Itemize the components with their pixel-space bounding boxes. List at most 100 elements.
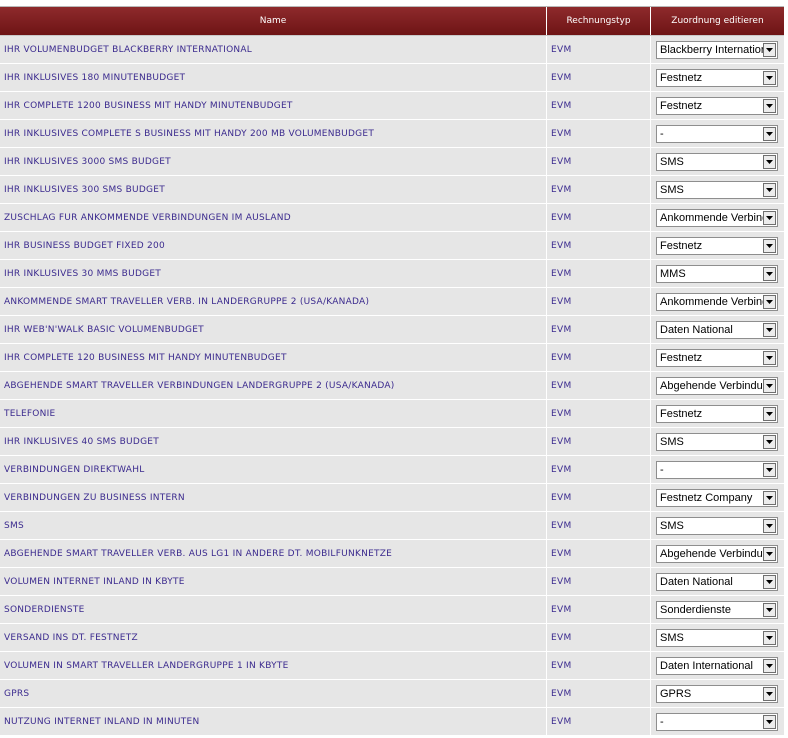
name-cell: SMS: [0, 512, 547, 539]
chevron-down-icon[interactable]: [763, 182, 776, 197]
chevron-down-icon[interactable]: [763, 714, 776, 729]
zuordnung-select[interactable]: Festnetz: [656, 96, 778, 115]
table-row: NUTZUNG INTERNET INLAND IN MINUTEN EVM -: [0, 708, 784, 736]
zuordnung-select[interactable]: SMS: [656, 628, 778, 647]
chevron-down-icon[interactable]: [763, 406, 776, 421]
zuordnung-cell: -: [651, 708, 784, 735]
zuordnung-select[interactable]: Festnetz: [656, 68, 778, 87]
table-row: VERBINDUNGEN DIREKTWAHL EVM -: [0, 456, 784, 484]
row-name-link[interactable]: IHR INKLUSIVES 3000 SMS BUDGET: [4, 157, 171, 167]
chevron-down-icon[interactable]: [763, 350, 776, 365]
chevron-down-icon[interactable]: [763, 518, 776, 533]
zuordnung-select[interactable]: Blackberry International: [656, 40, 778, 59]
chevron-down-icon[interactable]: [763, 546, 776, 561]
zuordnung-select[interactable]: Daten National: [656, 572, 778, 591]
zuordnung-select[interactable]: Ankommende Verbindungen: [656, 208, 778, 227]
rechnungstyp-text: EVM: [551, 604, 572, 615]
zuordnung-cell: -: [651, 120, 784, 147]
row-name-link[interactable]: ANKOMMENDE SMART TRAVELLER VERB. IN LAND…: [4, 297, 369, 307]
row-name-link[interactable]: IHR INKLUSIVES 300 SMS BUDGET: [4, 185, 165, 195]
zuordnung-cell: Festnetz: [651, 400, 784, 427]
zuordnung-select[interactable]: MMS: [656, 264, 778, 283]
zuordnung-selected-value: Festnetz Company: [660, 491, 753, 504]
row-name-link[interactable]: VERSAND INS DT. FESTNETZ: [4, 633, 138, 643]
zuordnung-select[interactable]: SMS: [656, 152, 778, 171]
chevron-down-icon[interactable]: [763, 630, 776, 645]
zuordnung-select[interactable]: Festnetz: [656, 404, 778, 423]
chevron-down-icon[interactable]: [763, 602, 776, 617]
zuordnung-select[interactable]: Festnetz: [656, 348, 778, 367]
zuordnung-select[interactable]: Abgehende Verbindungen: [656, 376, 778, 395]
row-name-link[interactable]: GPRS: [4, 689, 29, 699]
zuordnung-select[interactable]: SMS: [656, 516, 778, 535]
chevron-down-icon[interactable]: [763, 266, 776, 281]
row-name-link[interactable]: ZUSCHLAG FUR ANKOMMENDE VERBINDUNGEN IM …: [4, 213, 291, 223]
chevron-down-icon[interactable]: [763, 98, 776, 113]
rechnungstyp-cell: EVM: [547, 204, 651, 231]
chevron-down-icon[interactable]: [763, 294, 776, 309]
chevron-down-icon[interactable]: [763, 70, 776, 85]
zuordnung-select[interactable]: -: [656, 460, 778, 479]
rechnungstyp-cell: EVM: [547, 512, 651, 539]
row-name-link[interactable]: IHR BUSINESS BUDGET FIXED 200: [4, 241, 165, 251]
row-name-link[interactable]: IHR WEB'N'WALK BASIC VOLUMENBUDGET: [4, 325, 204, 335]
zuordnung-select[interactable]: Sonderdienste: [656, 600, 778, 619]
chevron-down-icon[interactable]: [763, 238, 776, 253]
row-name-link[interactable]: IHR VOLUMENBUDGET BLACKBERRY INTERNATION…: [4, 45, 252, 55]
chevron-down-icon[interactable]: [763, 686, 776, 701]
zuordnung-cell: Festnetz: [651, 344, 784, 371]
row-name-link[interactable]: IHR COMPLETE 1200 BUSINESS MIT HANDY MIN…: [4, 101, 293, 111]
row-name-link[interactable]: VOLUMEN IN SMART TRAVELLER LANDERGRUPPE …: [4, 661, 289, 671]
zuordnung-select[interactable]: -: [656, 124, 778, 143]
zuordnung-selected-value: Daten National: [660, 575, 733, 588]
row-name-link[interactable]: VOLUMEN INTERNET INLAND IN KBYTE: [4, 577, 185, 587]
zuordnung-select[interactable]: GPRS: [656, 684, 778, 703]
table-row: ABGEHENDE SMART TRAVELLER VERBINDUNGEN L…: [0, 372, 784, 400]
zuordnung-selected-value: Festnetz: [660, 99, 703, 112]
chevron-down-icon[interactable]: [763, 210, 776, 225]
chevron-down-icon[interactable]: [763, 462, 776, 477]
rechnungstyp-cell: EVM: [547, 680, 651, 707]
chevron-down-icon[interactable]: [763, 42, 776, 57]
zuordnung-cell: SMS: [651, 176, 784, 203]
row-name-link[interactable]: IHR INKLUSIVES 40 SMS BUDGET: [4, 437, 159, 447]
chevron-down-icon[interactable]: [763, 658, 776, 673]
zuordnung-select[interactable]: Festnetz: [656, 236, 778, 255]
zuordnung-select[interactable]: Ankommende Verbindungen: [656, 292, 778, 311]
zuordnung-selected-value: Abgehende Verbindungen: [660, 547, 764, 560]
table-body: IHR VOLUMENBUDGET BLACKBERRY INTERNATION…: [0, 36, 784, 736]
zuordnung-select[interactable]: SMS: [656, 432, 778, 451]
row-name-link[interactable]: VERBINDUNGEN DIREKTWAHL: [4, 465, 144, 475]
chevron-down-icon[interactable]: [763, 126, 776, 141]
rechnungstyp-cell: EVM: [547, 568, 651, 595]
row-name-link[interactable]: ABGEHENDE SMART TRAVELLER VERB. AUS LG1 …: [4, 549, 392, 559]
row-name-link[interactable]: TELEFONIE: [4, 409, 55, 419]
row-name-link[interactable]: IHR INKLUSIVES COMPLETE S BUSINESS MIT H…: [4, 129, 374, 139]
rechnungstyp-text: EVM: [551, 324, 572, 335]
name-cell: VERSAND INS DT. FESTNETZ: [0, 624, 547, 651]
zuordnung-select[interactable]: Festnetz Company: [656, 488, 778, 507]
chevron-down-icon[interactable]: [763, 154, 776, 169]
zuordnung-selected-value: Daten National: [660, 323, 733, 336]
zuordnung-select[interactable]: -: [656, 712, 778, 731]
row-name-link[interactable]: VERBINDUNGEN ZU BUSINESS INTERN: [4, 493, 185, 503]
column-header-name[interactable]: Name: [0, 7, 547, 35]
chevron-down-icon[interactable]: [763, 378, 776, 393]
row-name-link[interactable]: SMS: [4, 521, 24, 531]
row-name-link[interactable]: ABGEHENDE SMART TRAVELLER VERBINDUNGEN L…: [4, 381, 395, 391]
chevron-down-icon[interactable]: [763, 322, 776, 337]
zuordnung-select[interactable]: SMS: [656, 180, 778, 199]
zuordnung-select[interactable]: Daten International: [656, 656, 778, 675]
row-name-link[interactable]: SONDERDIENSTE: [4, 605, 85, 615]
zuordnung-select[interactable]: Daten National: [656, 320, 778, 339]
row-name-link[interactable]: IHR COMPLETE 120 BUSINESS MIT HANDY MINU…: [4, 353, 287, 363]
row-name-link[interactable]: IHR INKLUSIVES 30 MMS BUDGET: [4, 269, 161, 279]
row-name-link[interactable]: IHR INKLUSIVES 180 MINUTENBUDGET: [4, 73, 185, 83]
row-name-link[interactable]: NUTZUNG INTERNET INLAND IN MINUTEN: [4, 717, 199, 727]
chevron-down-icon[interactable]: [763, 434, 776, 449]
table-row: VERSAND INS DT. FESTNETZ EVM SMS: [0, 624, 784, 652]
column-header-rechnungstyp[interactable]: Rechnungstyp: [547, 7, 651, 35]
zuordnung-select[interactable]: Abgehende Verbindungen: [656, 544, 778, 563]
chevron-down-icon[interactable]: [763, 490, 776, 505]
chevron-down-icon[interactable]: [763, 574, 776, 589]
